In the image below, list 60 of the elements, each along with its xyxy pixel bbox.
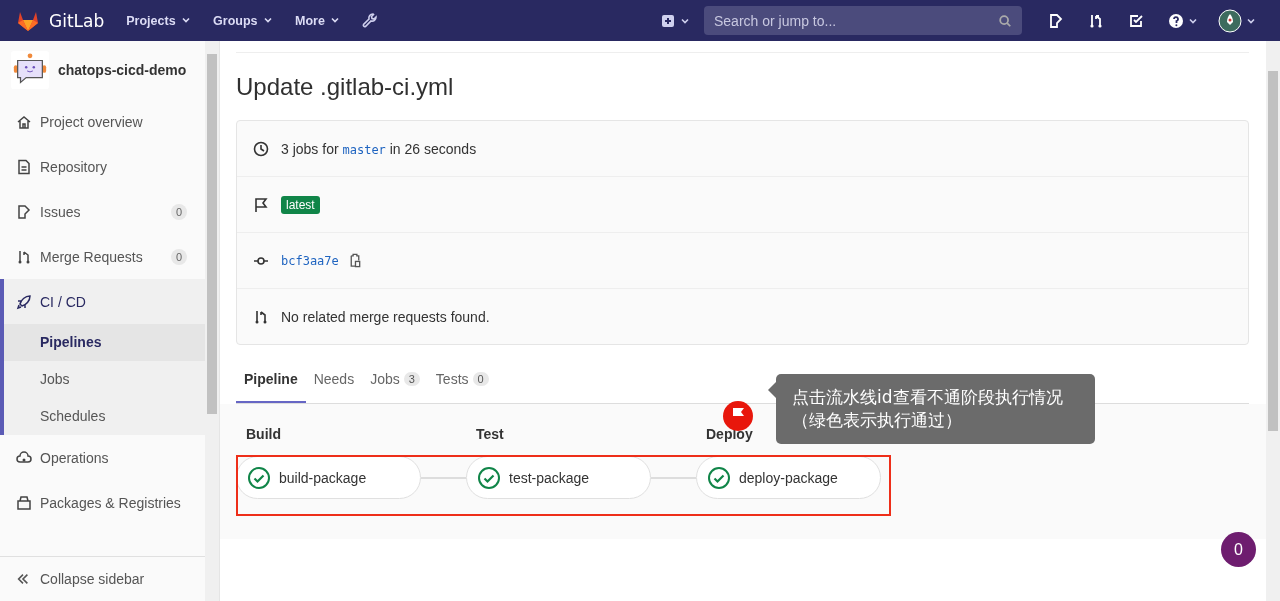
document-icon (16, 158, 32, 175)
job-pill[interactable]: test-package (466, 456, 651, 499)
sidebar-item[interactable]: Packages & Registries (0, 480, 205, 525)
merge-request-icon (253, 308, 269, 325)
clock-icon (253, 140, 269, 157)
jobs-summary: 3 jobs for master in 26 seconds (281, 140, 477, 157)
todo-check-icon[interactable] (1128, 12, 1144, 29)
nav-menu[interactable]: Groups (213, 13, 273, 28)
sidebar-item[interactable]: Project overview (0, 99, 205, 144)
latest-badge: latest (281, 195, 320, 214)
count-badge: 0 (170, 248, 187, 265)
issues-icon[interactable] (1048, 12, 1064, 29)
sidebar-item[interactable]: CI / CD (0, 279, 205, 324)
merge-request-icon (16, 248, 32, 265)
search-field[interactable]: Search or jump to... (704, 6, 1022, 35)
stage-title: Build (245, 426, 282, 444)
tab[interactable]: Needs (305, 357, 363, 403)
count-badge: 0 (472, 372, 489, 386)
page-scrollbar[interactable] (1266, 41, 1280, 601)
nav-menu[interactable]: Projects (126, 13, 192, 28)
sidebar-subitem[interactable]: Jobs (4, 361, 205, 398)
annotation-tooltip: 点击流水线id查看不通阶段执行情况 （绿色表示执行通过） (776, 374, 1095, 444)
commit-link[interactable]: bcf3aa7e (281, 253, 339, 268)
cloud-icon (16, 449, 32, 466)
tab[interactable]: Jobs 3 (362, 357, 428, 403)
branch-link[interactable]: master (342, 142, 386, 157)
project-name[interactable]: chatops-cicd-demo (58, 62, 187, 78)
sidebar-subitem[interactable]: Pipelines (4, 324, 205, 361)
plus-square-icon[interactable] (660, 12, 676, 29)
tab[interactable]: Tests 0 (427, 357, 497, 403)
issues-icon (16, 203, 32, 220)
sidebar-item[interactable]: Operations (0, 435, 205, 480)
tooltip-pointer (768, 382, 776, 398)
count-badge: 0 (170, 203, 187, 220)
sidebar-item[interactable]: Merge Requests 0 (0, 234, 205, 279)
stage-title: Test (475, 426, 505, 444)
job-pill[interactable]: build-package (236, 456, 421, 499)
avatar-icon[interactable] (1218, 8, 1242, 33)
flag-icon (253, 196, 269, 213)
sidebar-scrollbar[interactable] (205, 41, 219, 601)
stage-title: Deploy (705, 426, 754, 444)
merge-request-icon[interactable] (1088, 12, 1104, 29)
nav-menu[interactable]: More (295, 13, 341, 28)
help-icon[interactable] (1168, 12, 1184, 29)
job-pill[interactable]: deploy-package (696, 456, 881, 499)
sidebar-item[interactable]: Issues 0 (0, 189, 205, 234)
rocket-icon (16, 293, 32, 310)
floating-count-button[interactable]: 0 (1221, 532, 1256, 567)
sidebar-subitem[interactable]: Schedules (4, 398, 205, 435)
sidebar-item[interactable]: Repository (0, 144, 205, 189)
search-icon (998, 13, 1012, 28)
package-icon (16, 494, 32, 511)
house-icon (16, 113, 32, 130)
copy-clipboard-icon[interactable] (348, 253, 361, 268)
merge-requests-text: No related merge requests found. (281, 308, 490, 325)
double-chevron-left-icon (16, 572, 30, 586)
page-title: Update .gitlab-ci.yml (236, 52, 1249, 119)
wrench-icon[interactable] (362, 12, 379, 29)
count-badge: 3 (403, 372, 420, 386)
brand-name[interactable]: GitLab (49, 10, 105, 31)
